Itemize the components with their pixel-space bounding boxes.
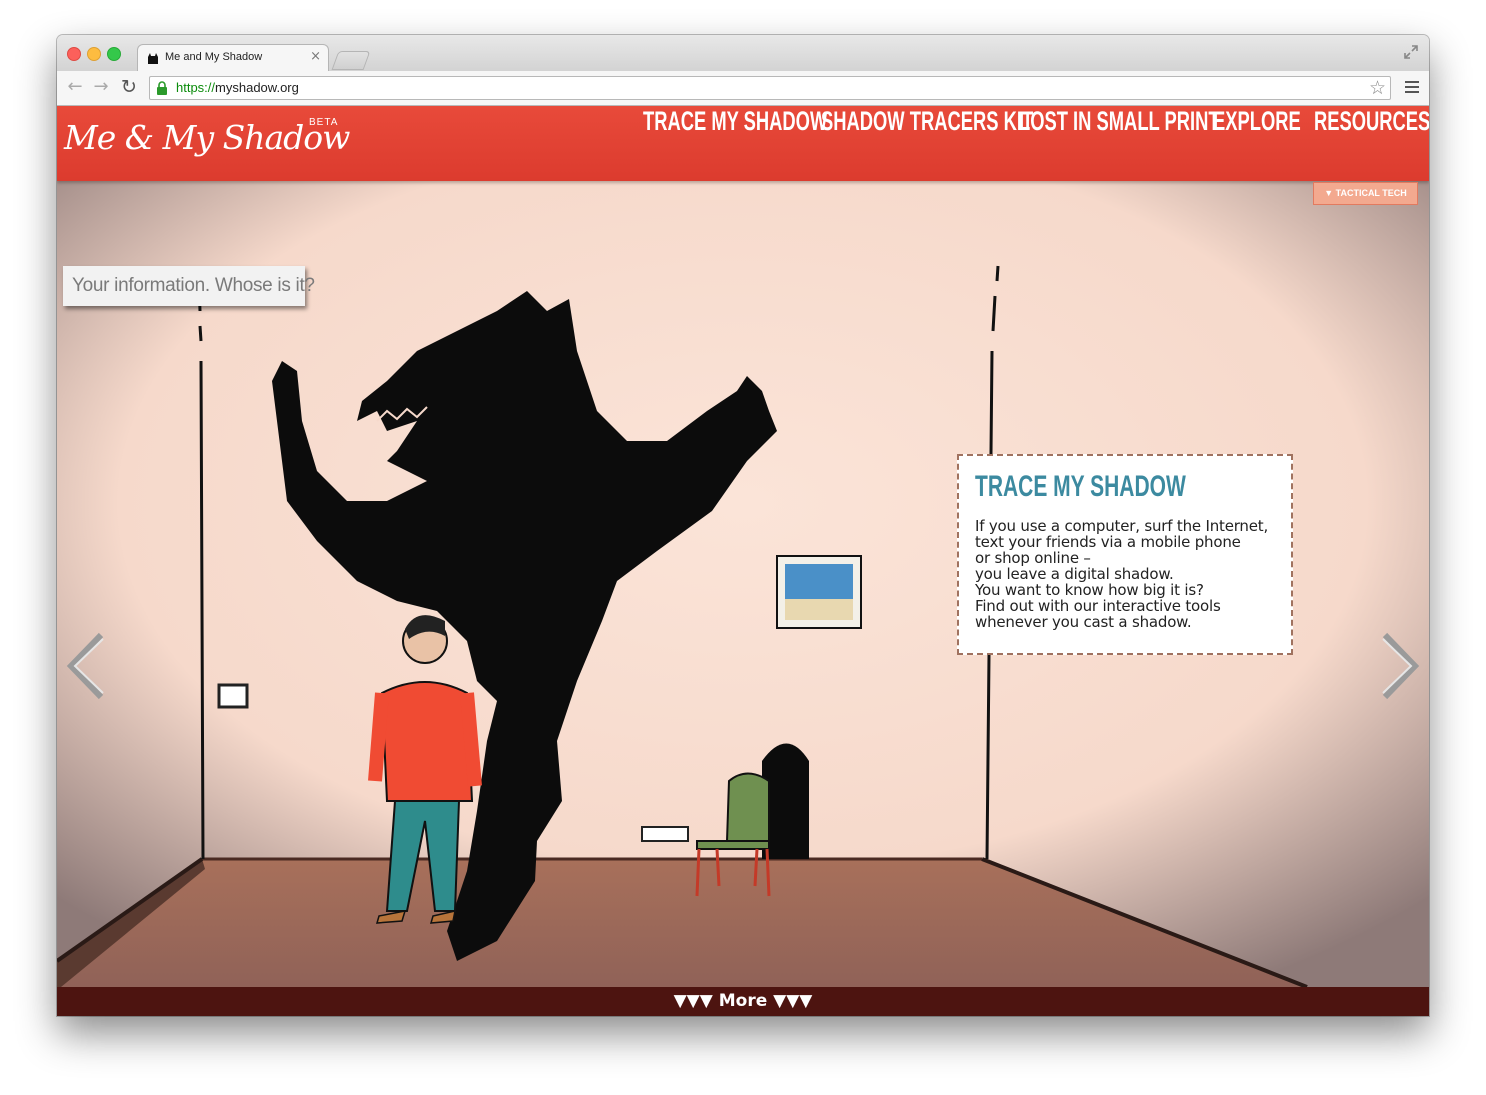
maximize-window-button[interactable] [107,47,121,61]
previous-slide-arrow-icon[interactable] [65,631,109,701]
web-page: Your information. Whose is it? TRACE MY … [57,106,1429,1016]
tagline: Your information. Whose is it? [63,266,315,306]
infobox-line: text your friends via a mobile phone [975,533,1241,551]
address-bar[interactable]: https://myshadow.org ☆ [149,76,1391,100]
trace-my-shadow-infobox[interactable]: TRACE MY SHADOW If you use a computer, s… [957,454,1293,655]
back-arrow-icon[interactable]: ← [65,77,85,97]
reload-icon[interactable]: ↻ [119,77,139,97]
shadow-favicon-icon [148,53,158,64]
infobox-line: whenever you cast a shadow. [975,613,1192,631]
site-header: Me & My Shadow BETA TRACE MY SHADOW SHAD… [57,106,1429,181]
infobox-title[interactable]: TRACE MY SHADOW [975,470,1186,504]
infobox-line: you leave a digital shadow. [975,565,1174,583]
browser-toolbar: ← → ↻ https://myshadow.org ☆ [57,71,1429,106]
infobox-line: Find out with our interactive tools [975,597,1221,615]
minimize-window-button[interactable] [87,47,101,61]
nav-shadow-tracers-kit[interactable]: SHADOW TRACERS KIT [821,106,1033,137]
new-tab-button[interactable] [331,51,371,70]
menu-icon[interactable] [1405,81,1419,94]
nav-trace-my-shadow[interactable]: TRACE MY SHADOW [643,106,827,137]
url-text: https://myshadow.org [176,80,299,95]
tab-title: Me and My Shadow [165,51,263,63]
site-logo[interactable]: Me & My Shadow [64,118,350,157]
close-tab-icon[interactable]: × [310,49,321,64]
infobox-line: or shop online – [975,549,1091,567]
nav-explore[interactable]: EXPLORE [1213,106,1301,137]
hero-illustration: Your information. Whose is it? TRACE MY … [57,181,1429,987]
infobox-line: You want to know how big it is? [975,581,1204,599]
browser-tab[interactable]: Me and My Shadow × [137,44,329,72]
url-scheme: https:// [176,80,216,95]
forward-arrow-icon[interactable]: → [91,77,111,97]
more-button[interactable]: ▼▼▼ More ▼▼▼ [57,987,1429,1016]
beta-badge: BETA [309,117,339,128]
url-host: myshadow.org [215,80,299,95]
next-slide-arrow-icon[interactable] [1377,631,1421,701]
fullscreen-icon[interactable] [1403,44,1419,60]
star-icon[interactable]: ☆ [1369,78,1386,98]
close-window-button[interactable] [67,47,81,61]
nav-lost-in-small-print[interactable]: LOST IN SMALL PRINT [1019,106,1220,137]
infobox-line: If you use a computer, surf the Internet… [975,517,1269,535]
browser-window: Me and My Shadow × ← → ↻ https://myshado… [57,35,1429,1016]
lock-icon [157,81,167,95]
nav-resources[interactable]: RESOURCES [1314,106,1429,137]
tactical-tech-button[interactable]: ▼ TACTICAL TECH [1313,182,1418,205]
tab-bar: Me and My Shadow × [57,35,1429,72]
